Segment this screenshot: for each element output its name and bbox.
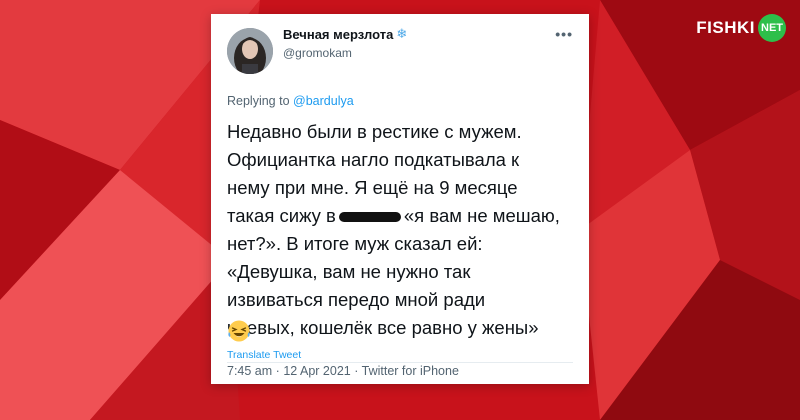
tweet-time[interactable]: 7:45 am	[227, 364, 272, 378]
avatar-photo-icon	[227, 28, 273, 74]
tweet-meta: 7:45 am · 12 Apr 2021 · Twitter for iPho…	[227, 364, 459, 378]
divider	[227, 362, 573, 363]
translate-tweet-link[interactable]: Translate Tweet	[227, 349, 301, 361]
snowflake-icon: ❄	[396, 26, 408, 41]
tweet-card: Вечная мерзлота ❄ @gromokam ••• Replying…	[211, 14, 589, 384]
logo-wordmark: FISHKI	[696, 18, 755, 37]
meta-separator: ·	[354, 364, 359, 378]
tweet-text: Недавно были в рестике с мужем. Официант…	[227, 118, 577, 342]
tweet-source[interactable]: Twitter for iPhone	[362, 364, 459, 378]
redaction-scribble	[338, 212, 401, 223]
display-name[interactable]: Вечная мерзлота ❄	[283, 26, 407, 42]
fishki-logo: FISHKI NET	[696, 14, 786, 42]
avatar[interactable]	[227, 28, 273, 74]
reply-mention-link[interactable]: @bardulya	[293, 94, 354, 108]
user-handle[interactable]: @gromokam	[283, 46, 352, 60]
meta-separator: ·	[275, 364, 280, 378]
replying-to: Replying to @bardulya	[227, 94, 354, 108]
logo-badge: NET	[758, 14, 786, 42]
tweet-date[interactable]: 12 Apr 2021	[283, 364, 350, 378]
more-options-icon[interactable]: •••	[555, 26, 573, 42]
laughing-tears-emoji-icon	[228, 320, 250, 342]
replying-to-label: Replying to	[227, 94, 290, 108]
display-name-text: Вечная мерзлота	[283, 26, 394, 42]
